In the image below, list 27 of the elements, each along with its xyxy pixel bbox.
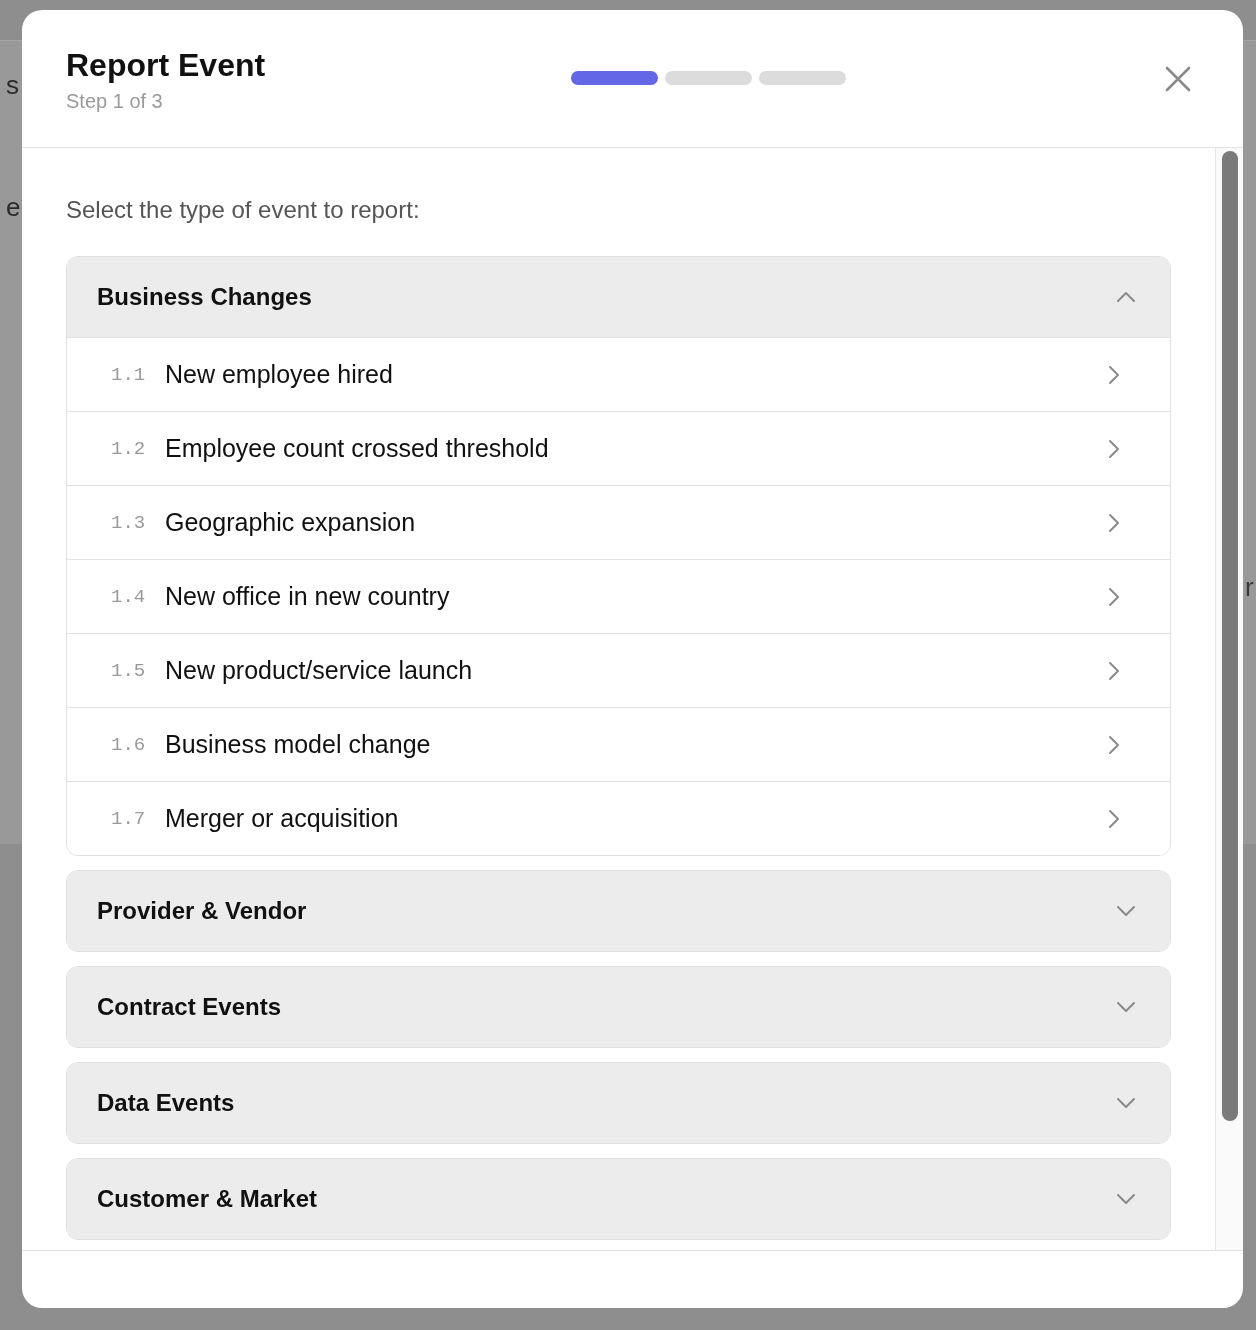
category-header[interactable]: Business Changes bbox=[67, 257, 1170, 337]
chevron-down-icon bbox=[1116, 1097, 1136, 1109]
chevron-right-icon bbox=[1108, 364, 1120, 385]
background-text: s bbox=[6, 70, 19, 101]
chevron-right-icon bbox=[1108, 660, 1120, 681]
event-type-item[interactable]: 1.7 Merger or acquisition bbox=[67, 781, 1170, 855]
chevron-down-icon bbox=[1116, 1193, 1136, 1205]
category-header[interactable]: Provider & Vendor bbox=[67, 871, 1170, 951]
chevron-right-icon bbox=[1108, 438, 1120, 459]
chevron-right-icon bbox=[1108, 586, 1120, 607]
chevron-down-icon bbox=[1116, 1001, 1136, 1013]
category-header[interactable]: Contract Events bbox=[67, 967, 1170, 1047]
background-text: e bbox=[6, 192, 21, 223]
step-label: Step 1 of 3 bbox=[66, 90, 164, 113]
dialog-title: Report Event bbox=[66, 46, 267, 84]
category-header[interactable]: Customer & Market bbox=[67, 1159, 1170, 1239]
chevron-right-icon bbox=[1108, 512, 1120, 533]
background-text: r bbox=[1245, 572, 1254, 603]
chevron-right-icon bbox=[1108, 734, 1120, 755]
chevron-down-icon bbox=[1116, 905, 1136, 917]
chevron-up-icon bbox=[1116, 291, 1136, 303]
chevron-right-icon bbox=[1108, 808, 1120, 829]
prompt-text: Select the type of event to report: bbox=[66, 196, 421, 224]
category-header[interactable]: Data Events bbox=[67, 1063, 1170, 1143]
close-button[interactable] bbox=[1165, 66, 1191, 92]
scrollbar[interactable] bbox=[1215, 148, 1243, 1250]
close-icon bbox=[1165, 66, 1191, 92]
